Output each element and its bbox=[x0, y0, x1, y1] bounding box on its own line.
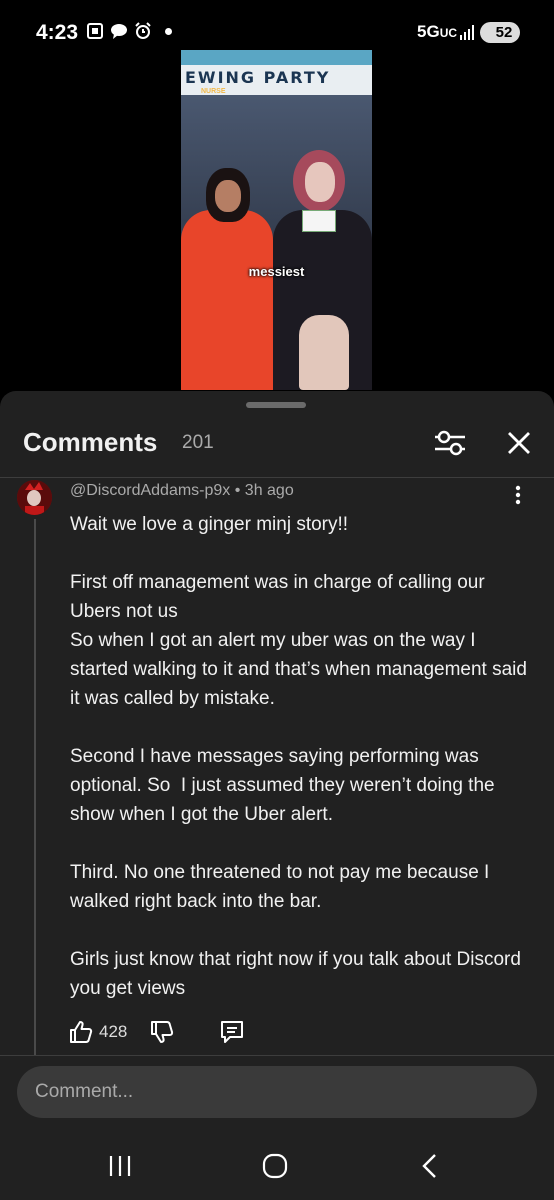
back-icon[interactable] bbox=[420, 1153, 440, 1179]
system-nav-bar bbox=[0, 1130, 554, 1200]
comments-title: Comments bbox=[23, 427, 158, 457]
like-count: 428 bbox=[99, 1022, 128, 1041]
comment-actions: 428 bbox=[68, 1017, 245, 1047]
battery-indicator: 52 bbox=[480, 22, 520, 43]
status-time: 4:23 bbox=[36, 21, 79, 44]
video-person-left-face bbox=[215, 180, 241, 212]
comment-text: Wait we love a ginger minj story!! First… bbox=[70, 514, 527, 999]
network-type: 5GUC bbox=[417, 22, 458, 41]
video-banner-text: EWING PARTY bbox=[185, 68, 331, 87]
input-divider bbox=[0, 1055, 554, 1056]
avatar[interactable] bbox=[17, 480, 52, 515]
more-vertical-icon[interactable] bbox=[509, 484, 527, 506]
screenshot-icon bbox=[87, 23, 103, 39]
thumbs-up-icon[interactable] bbox=[68, 1019, 94, 1045]
video-banner-top bbox=[181, 50, 372, 65]
close-icon[interactable] bbox=[504, 428, 534, 458]
video-card bbox=[302, 210, 336, 232]
reply-icon[interactable] bbox=[219, 1019, 245, 1045]
thread-line bbox=[34, 519, 36, 1055]
video-person-right-legs bbox=[299, 315, 349, 390]
video-person-left bbox=[181, 210, 273, 390]
thumbs-down-icon[interactable] bbox=[149, 1019, 175, 1045]
video-person-right-face bbox=[305, 162, 335, 202]
alarm-icon bbox=[135, 22, 151, 39]
sliders-icon[interactable] bbox=[432, 427, 468, 459]
video-caption: messiest bbox=[248, 264, 305, 279]
comment-author-time[interactable]: @DiscordAddams-p9x • 3h ago bbox=[70, 482, 294, 500]
message-icon bbox=[111, 24, 127, 39]
comments-panel: Comments 201 @DiscordAddams-p9x • 3h ago… bbox=[0, 391, 554, 1200]
recents-icon[interactable] bbox=[108, 1155, 132, 1177]
drag-handle[interactable] bbox=[246, 402, 306, 408]
status-notification-icons bbox=[86, 22, 152, 40]
comment-input[interactable]: Comment... bbox=[17, 1066, 537, 1118]
header-divider bbox=[0, 477, 554, 478]
home-icon[interactable] bbox=[262, 1153, 288, 1179]
video-banner-sub: NURSE bbox=[201, 88, 226, 95]
comments-count: 201 bbox=[182, 432, 214, 453]
signal-icon bbox=[460, 25, 474, 40]
notification-dot bbox=[165, 28, 172, 35]
video-player[interactable]: EWING PARTY NURSE messiest bbox=[181, 50, 372, 390]
